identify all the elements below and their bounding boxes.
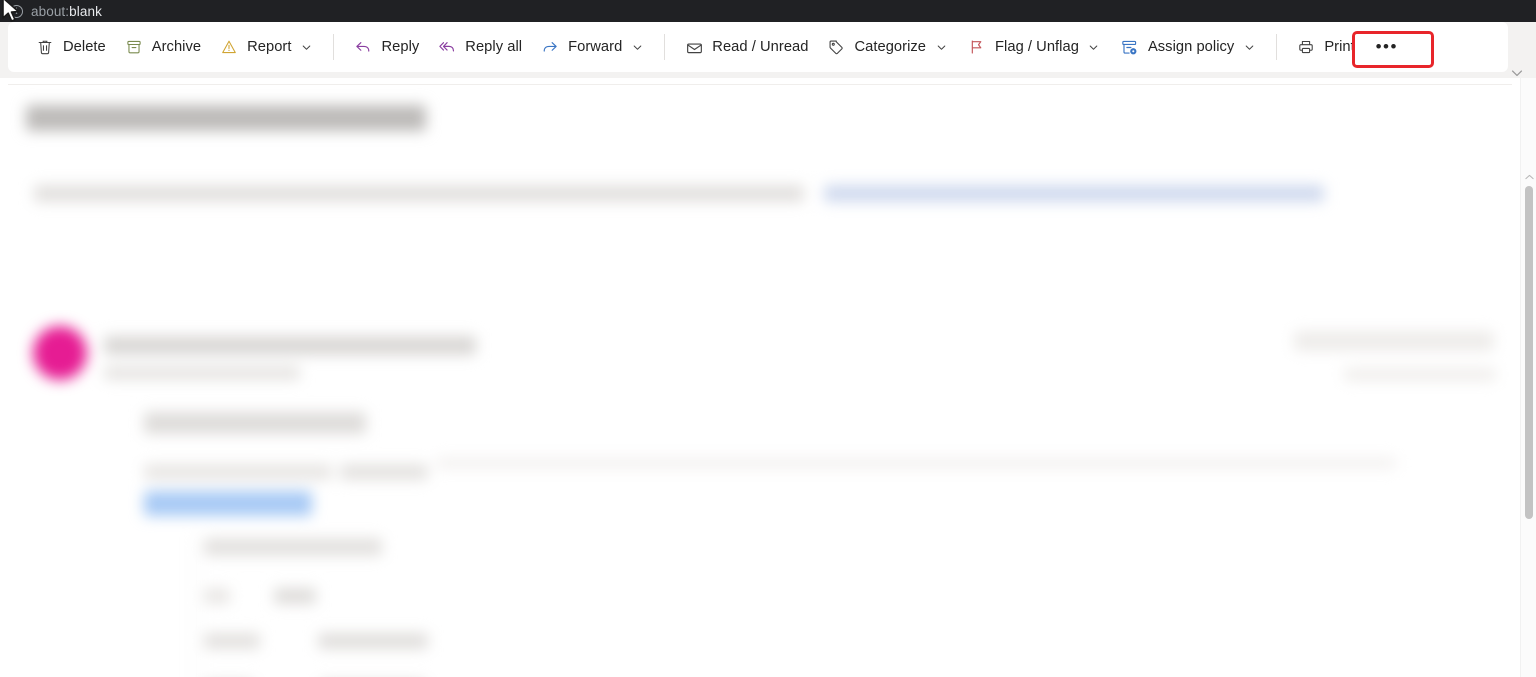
reply-all-arrow-icon	[437, 37, 457, 57]
toolbar-label-read-unread: Read / Unread	[712, 39, 809, 55]
toolbar-button-read-unread[interactable]: Read / Unread	[675, 30, 817, 64]
email-timestamp-placeholder	[1344, 368, 1496, 381]
email-table-cell-placeholder	[204, 588, 230, 604]
toolbar-label-report: Report	[247, 39, 292, 55]
toolbar-button-archive[interactable]: Archive	[115, 30, 210, 64]
email-table-cell-placeholder	[274, 588, 316, 604]
flag-icon	[967, 37, 987, 57]
forward-arrow-icon	[540, 37, 560, 57]
email-body-line-placeholder	[436, 457, 1396, 469]
url-text: about:blank	[31, 4, 102, 19]
browser-url-bar[interactable]: i about:blank	[0, 0, 1536, 22]
reply-arrow-icon	[353, 37, 373, 57]
warning-triangle-icon	[219, 37, 239, 57]
email-body-heading-placeholder	[144, 412, 366, 434]
toolbar-label-categorize: Categorize	[854, 39, 927, 55]
toolbar-label-archive: Archive	[151, 39, 202, 55]
toolbar-overflow-button[interactable]: •••	[1370, 30, 1404, 64]
email-recipient-placeholder	[104, 366, 300, 380]
vertical-scrollbar[interactable]	[1520, 78, 1536, 677]
toolbar-label-flag-unflag: Flag / Unflag	[995, 39, 1079, 55]
trash-icon	[35, 37, 55, 57]
chevron-down-icon-forward[interactable]	[629, 39, 645, 55]
avatar	[33, 326, 87, 380]
email-body-line-placeholder	[340, 464, 428, 480]
url-host: blank	[69, 3, 102, 19]
scroll-up-arrow-icon[interactable]	[1521, 166, 1536, 180]
archive-box-icon	[124, 37, 144, 57]
toolbar-button-categorize[interactable]: Categorize	[817, 30, 958, 64]
policy-gear-icon	[1120, 37, 1140, 57]
toolbar-label-delete: Delete	[63, 39, 106, 55]
url-scheme: about:	[31, 3, 70, 19]
toolbar-button-reply-all[interactable]: Reply all	[428, 30, 531, 64]
toolbar-button-forward[interactable]: Forward	[531, 30, 654, 64]
toolbar-separator	[1276, 34, 1278, 60]
printer-icon	[1296, 37, 1316, 57]
email-banner-text-placeholder	[34, 185, 804, 202]
toolbar-label-reply-all: Reply all	[465, 39, 523, 55]
email-banner-row	[34, 185, 1324, 202]
tag-icon	[826, 37, 846, 57]
toolbar-button-print[interactable]: Print	[1287, 30, 1363, 64]
mail-command-toolbar: Delete Archive Report Reply Reply all Fo…	[8, 22, 1508, 72]
envelope-open-icon	[684, 37, 704, 57]
email-table-header-placeholder	[204, 538, 382, 556]
info-circle-icon[interactable]: i	[10, 4, 23, 18]
toolbar-button-report[interactable]: Report	[210, 30, 323, 64]
email-body-line-placeholder	[144, 464, 332, 480]
toolbar-button-assign-policy[interactable]: Assign policy	[1111, 30, 1266, 64]
toolbar-button-flag-unflag[interactable]: Flag / Unflag	[958, 30, 1111, 64]
chevron-down-icon-flag[interactable]	[1086, 39, 1102, 55]
email-reading-pane	[8, 84, 1512, 677]
email-header-actions-placeholder[interactable]	[1294, 331, 1494, 351]
email-banner-link-placeholder[interactable]	[824, 185, 1324, 202]
more-horizontal-icon: •••	[1375, 37, 1398, 56]
email-body-link-placeholder[interactable]	[144, 491, 312, 516]
email-table-cell-placeholder	[318, 633, 428, 649]
chevron-down-icon-report[interactable]	[298, 39, 314, 55]
email-table-cell-placeholder	[204, 633, 260, 649]
chevron-down-icon-categorize[interactable]	[933, 39, 949, 55]
toolbar-button-reply[interactable]: Reply	[344, 30, 428, 64]
toolbar-button-delete[interactable]: Delete	[26, 30, 115, 64]
toolbar-label-forward: Forward	[568, 39, 623, 55]
chevron-down-icon-assign-policy[interactable]	[1241, 39, 1257, 55]
toolbar-label-print: Print	[1324, 39, 1355, 55]
toolbar-separator	[333, 34, 335, 60]
toolbar-label-assign-policy: Assign policy	[1147, 39, 1235, 55]
email-sender-name-placeholder	[104, 336, 476, 355]
toolbar-label-reply: Reply	[381, 39, 420, 55]
toolbar-separator	[664, 34, 666, 60]
email-subject-placeholder	[26, 105, 426, 131]
scrollbar-thumb[interactable]	[1525, 186, 1533, 519]
email-body-divider	[196, 537, 197, 677]
toolbar-band: Delete Archive Report Reply Reply all Fo…	[0, 22, 1536, 78]
